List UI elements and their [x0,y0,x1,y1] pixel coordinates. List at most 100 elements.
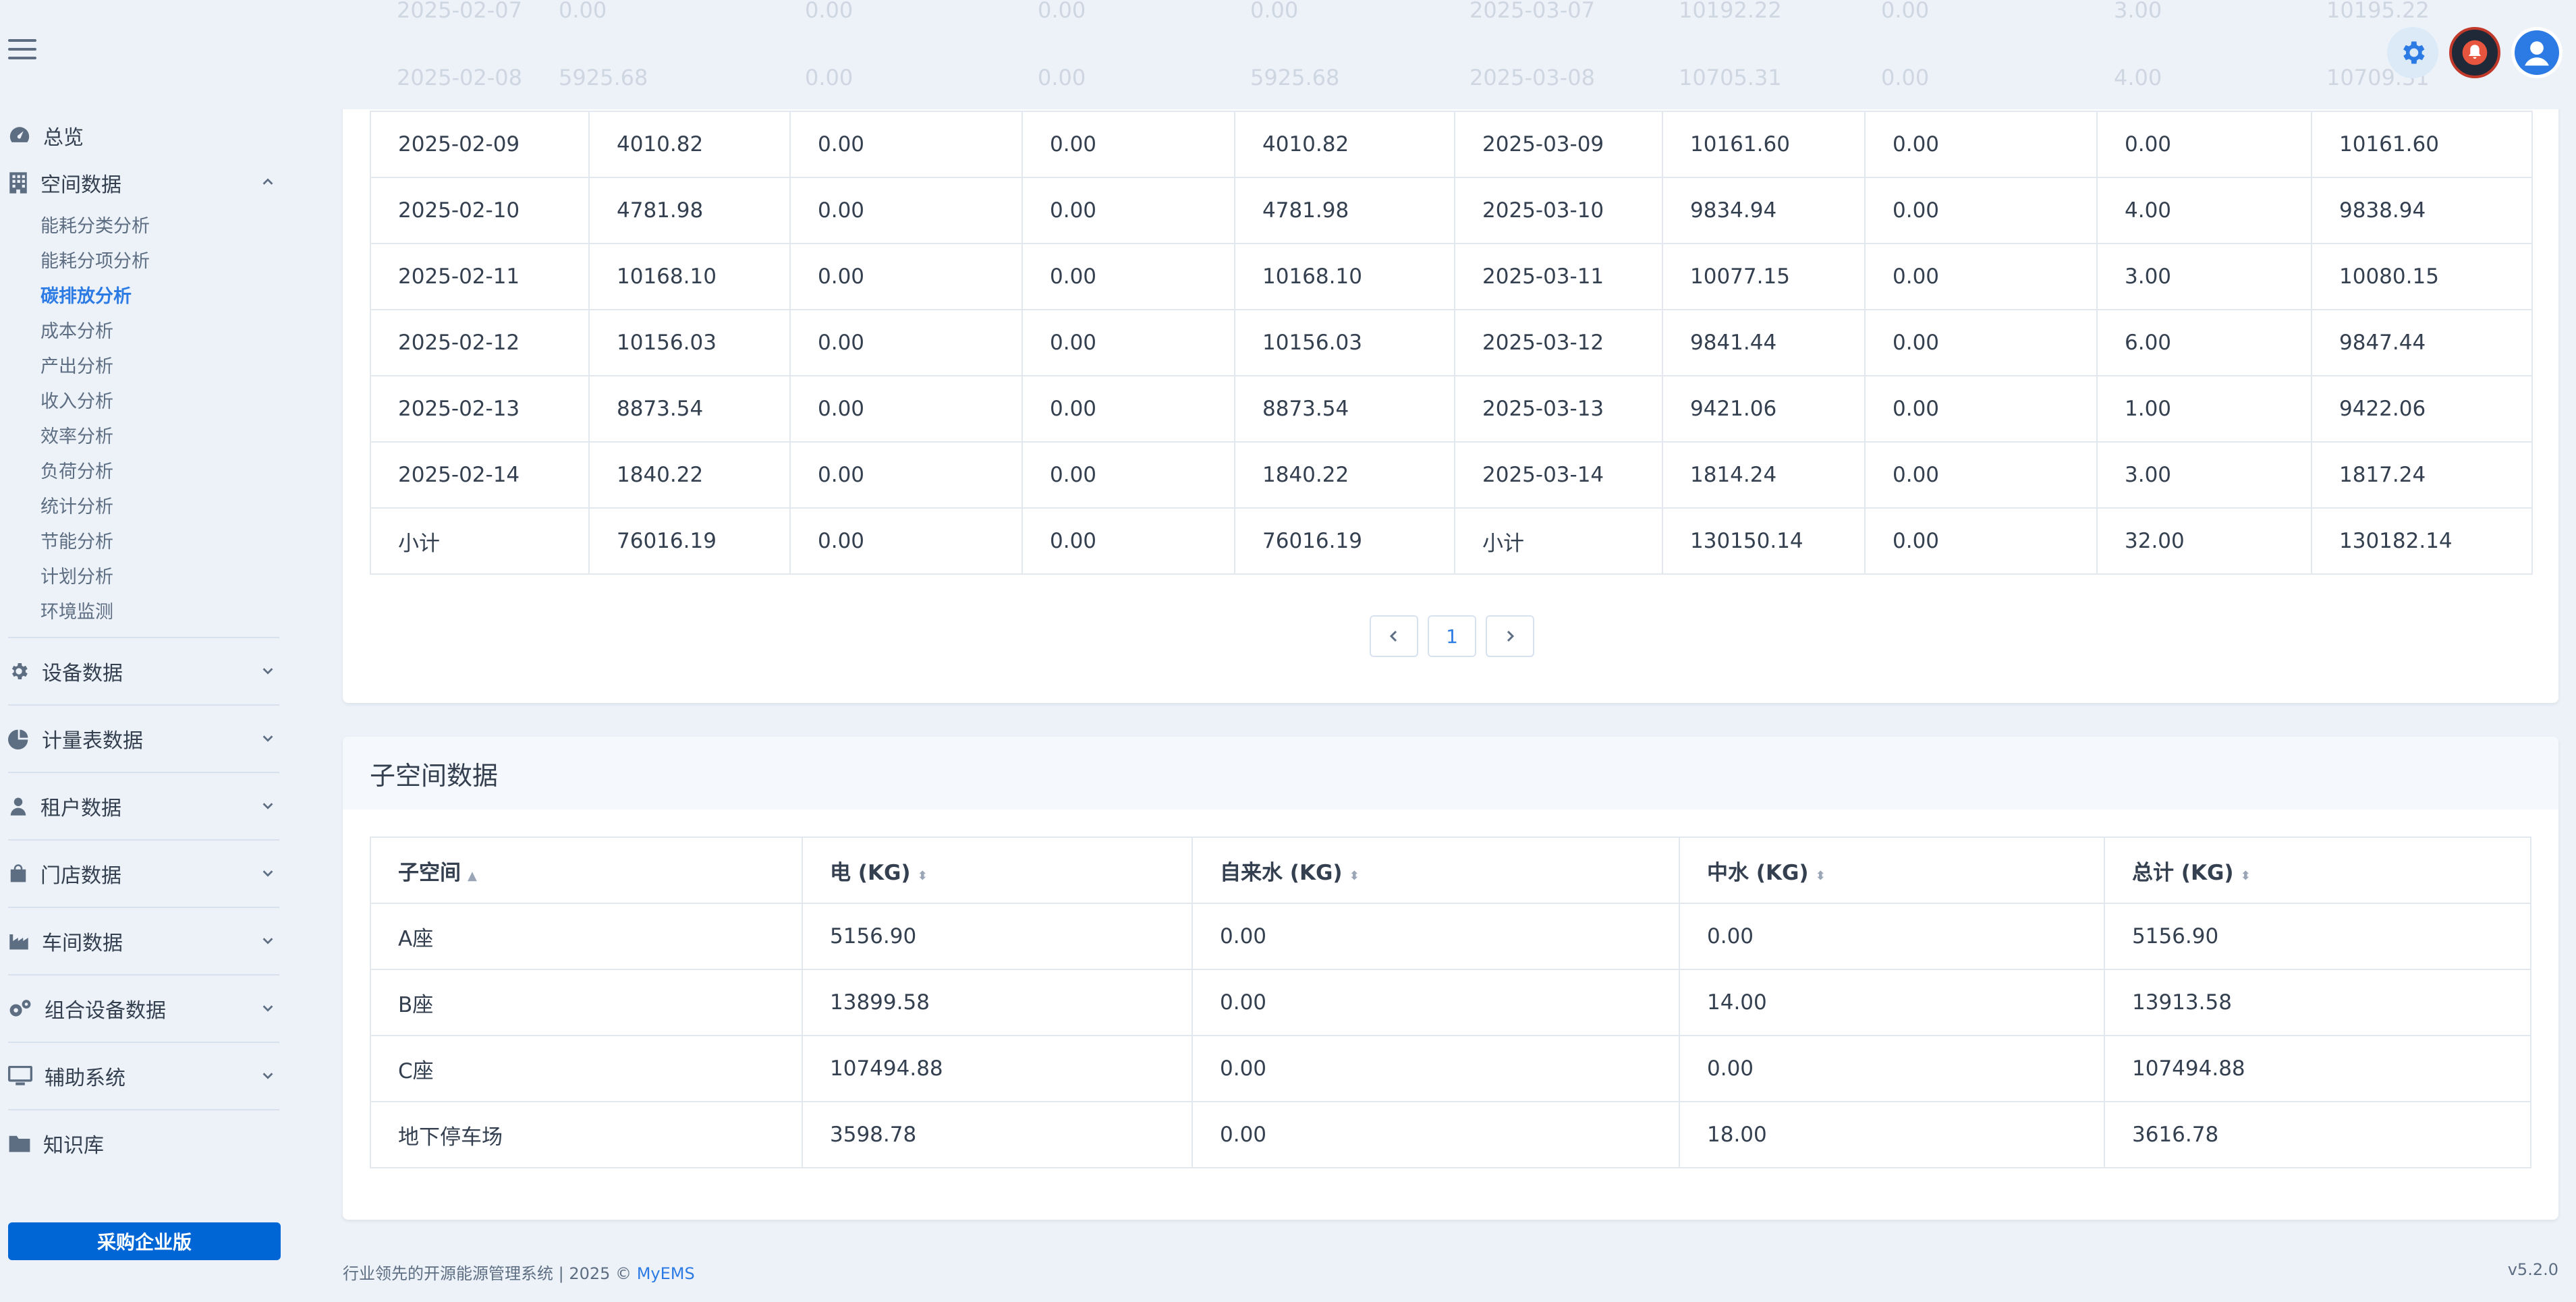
sidebar-sub-item[interactable]: 能耗分项分析 [0,242,283,277]
table-cell: 1.00 [2096,375,2312,443]
space-data-submenu: 能耗分类分析 能耗分项分析 碳排放分析 成本分析 产出分析 收入分析 效率分析 … [0,206,283,627]
table-row: 2025-02-12 10156.03 0.00 0.00 10156.03 2025-0… [370,309,2533,376]
sidebar-item-auxiliary-system[interactable]: 辅助系统 [0,1052,283,1100]
buy-enterprise-button[interactable]: 采购企业版 [8,1222,281,1260]
sidebar-item-store-data[interactable]: 门店数据 [0,850,283,897]
table-cell: 13899.58 [802,969,1193,1036]
next-page-button[interactable] [1486,615,1534,657]
table-row: 地下停车场 3598.78 0.00 18.00 3616.78 [370,1101,2531,1168]
sidebar-item-equipment-data[interactable]: 设备数据 [0,648,283,695]
chevron-down-icon [260,862,275,886]
hamburger-menu-icon[interactable] [8,35,36,63]
sidebar-sub-item[interactable]: 成本分析 [0,312,283,347]
sidebar-sub-item[interactable]: 计划分析 [0,557,283,592]
column-header-total[interactable]: 总计 (KG) ⬍ [2104,837,2531,904]
table-cell: 0.00 [1679,1035,2105,1102]
page-number-button[interactable]: 1 [1428,615,1476,657]
divider [8,839,279,841]
table-cell: 3.00 [2096,441,2312,509]
sidebar-item-workshop-data[interactable]: 车间数据 [0,917,283,965]
sidebar-item-meter-data[interactable]: 计量表数据 [0,715,283,762]
table-cell: 0.00 [1192,1035,1680,1102]
table-cell: 2025-03-13 [1454,375,1663,443]
notification-bell-icon[interactable] [2449,27,2500,78]
sidebar-item-label: 租户数据 [40,797,121,820]
chevron-down-icon [260,795,275,818]
table-cell: 0.00 [789,507,1023,575]
table-cell: B座 [370,969,803,1036]
user-avatar-icon[interactable] [2511,27,2563,78]
sidebar-item-knowledge-base[interactable]: 知识库 [0,1120,283,1167]
table-cell: 2025-02-11 [370,243,590,310]
table-cell: 32.00 [2096,507,2312,575]
shopping-bag-icon [10,864,26,882]
table-cell: 2025-03-10 [1454,177,1663,244]
ghost-cell: 0.00 [1881,0,1930,23]
sidebar-sub-item[interactable]: 节能分析 [0,522,283,557]
table-cell: 0.00 [789,309,1023,376]
table-cell: 9422.06 [2311,375,2533,443]
carbon-detail-table: 2025-02-09 4010.82 0.00 0.00 4010.82 2025-03-… [370,111,2533,575]
table-cell: 76016.19 [588,507,791,575]
column-header-reclaimed-water[interactable]: 中水 (KG) ⬍ [1679,837,2105,904]
table-cell: 10080.15 [2311,243,2533,310]
table-cell: 0.00 [789,375,1023,443]
header-label: 子空间 [398,860,461,885]
header-label: 总计 (KG) [2132,860,2234,885]
table-cell: 3.00 [2096,243,2312,310]
sidebar-sub-item[interactable]: 收入分析 [0,382,283,417]
sidebar-sub-item-active[interactable]: 碳排放分析 [0,277,283,312]
table-cell: 2025-03-09 [1454,111,1663,178]
sidebar-item-tenant-data[interactable]: 租户数据 [0,783,283,830]
table-cell: 2025-02-09 [370,111,590,178]
table-cell: 0.00 [1021,243,1235,310]
ghost-cell: 0.00 [1038,0,1086,23]
sort-icon: ⬍ [917,868,928,883]
factory-icon [9,934,28,950]
sidebar-item-combined-equipment-data[interactable]: 组合设备数据 [0,985,283,1032]
card-title: 子空间数据 [343,737,2558,810]
ghost-cell: 10192.22 [1679,0,1782,23]
footer-brand-link[interactable]: MyEMS [637,1264,695,1283]
table-cell: 130150.14 [1662,507,1866,575]
sidebar-sub-item[interactable]: 效率分析 [0,417,283,452]
table-cell: 130182.14 [2311,507,2533,575]
top-navbar: 2025-02-07 0.00 0.00 0.00 0.00 2025-03-0… [0,0,2576,109]
table-cell: 5156.90 [2104,903,2531,970]
table-cell: 10161.60 [1662,111,1866,178]
table-cell: 8873.54 [1234,375,1455,443]
person-icon [10,797,26,816]
table-cell: 3616.78 [2104,1101,2531,1168]
sidebar-sub-item[interactable]: 负荷分析 [0,452,283,487]
sidebar-sub-item[interactable]: 环境监测 [0,592,283,627]
ghost-cell: 10195.22 [2326,0,2430,23]
prev-page-button[interactable] [1370,615,1418,657]
sidebar-item-label: 门店数据 [40,864,121,888]
sidebar-sub-item[interactable]: 产出分析 [0,347,283,382]
table-cell: 0.00 [1864,111,2098,178]
ghost-cell: 0.00 [1250,0,1299,23]
table-row: 2025-02-09 4010.82 0.00 0.00 4010.82 2025-03-… [370,111,2533,178]
table-row: 小计 76016.19 0.00 0.00 76016.19 小计 130150.14 0.0… [370,507,2533,575]
sidebar-sub-item[interactable]: 能耗分类分析 [0,206,283,242]
table-cell: 0.00 [1192,1101,1680,1168]
pie-chart-icon [8,729,28,749]
table-cell: 6.00 [2096,309,2312,376]
ghost-cell: 0.00 [1881,65,1930,90]
sort-icon: ⬍ [2240,868,2251,883]
sort-asc-icon: ▲ [468,868,477,883]
sidebar-item-label: 知识库 [43,1134,104,1158]
sidebar-item-overview[interactable]: 总览 [0,112,283,159]
monitor-icon [8,1066,32,1085]
gear-icon [11,663,28,679]
sidebar-item-space-data[interactable]: 空间数据 [0,159,283,206]
settings-gear-icon[interactable] [2387,27,2438,78]
sidebar-sub-item[interactable]: 统计分析 [0,487,283,522]
scrolled-table-row-ghost: 2025-02-08 5925.68 0.00 0.00 5925.68 202… [343,54,2557,101]
column-header-subspace[interactable]: 子空间 ▲ [370,837,803,904]
column-header-tap-water[interactable]: 自来水 (KG) ⬍ [1192,837,1680,904]
table-cell: 地下停车场 [370,1101,803,1168]
table-cell: 9421.06 [1662,375,1866,443]
table-cell: 13913.58 [2104,969,2531,1036]
column-header-electricity[interactable]: 电 (KG) ⬍ [802,837,1193,904]
